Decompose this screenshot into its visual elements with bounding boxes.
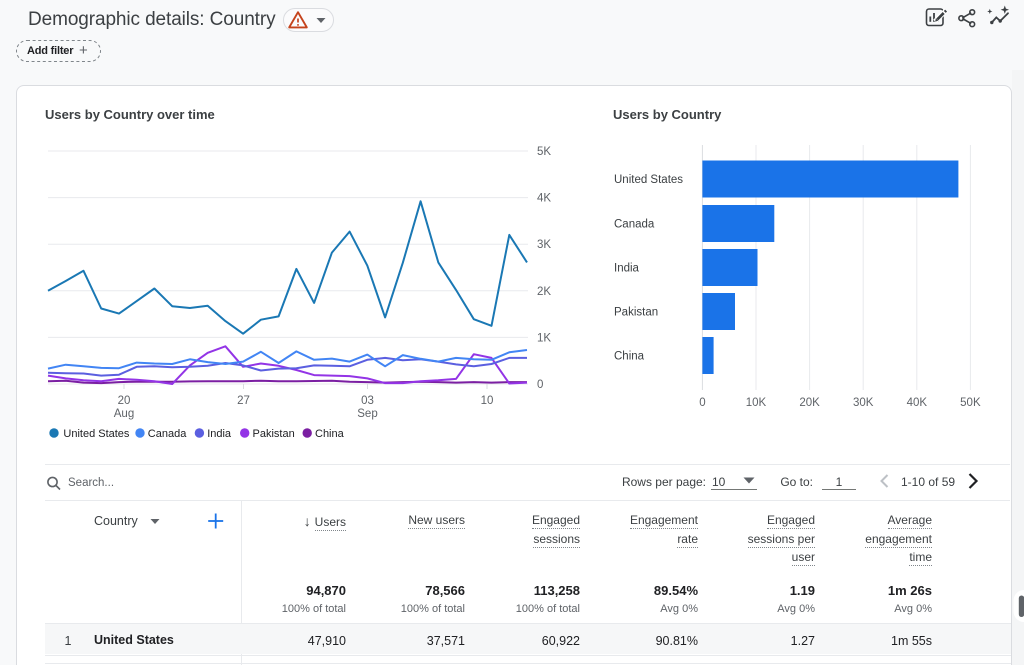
svg-text:50K: 50K [960,397,981,409]
svg-text:10: 10 [481,395,494,407]
svg-text:United States: United States [614,174,683,186]
svg-text:Pakistan: Pakistan [614,307,658,319]
svg-text:3K: 3K [537,239,551,251]
svg-text:0: 0 [537,379,543,391]
svg-text:20K: 20K [799,397,820,409]
svg-text:China: China [315,428,345,440]
svg-text:China: China [614,351,645,363]
svg-text:India: India [614,263,640,275]
svg-text:Sep: Sep [357,408,377,420]
svg-text:5K: 5K [537,146,551,158]
svg-text:0: 0 [699,397,705,409]
svg-text:2K: 2K [537,286,551,298]
svg-text:United States: United States [63,428,130,440]
svg-text:30K: 30K [853,397,874,409]
svg-text:India: India [207,428,232,440]
svg-text:4K: 4K [537,193,551,205]
svg-text:03: 03 [361,395,374,407]
svg-text:Aug: Aug [114,408,134,420]
svg-text:1K: 1K [537,332,551,344]
svg-text:40K: 40K [907,397,928,409]
svg-text:10K: 10K [746,397,767,409]
svg-text:Pakistan: Pakistan [253,428,295,440]
svg-text:Canada: Canada [148,428,187,440]
svg-text:Canada: Canada [614,219,655,231]
svg-text:20: 20 [118,395,131,407]
svg-text:27: 27 [237,395,250,407]
